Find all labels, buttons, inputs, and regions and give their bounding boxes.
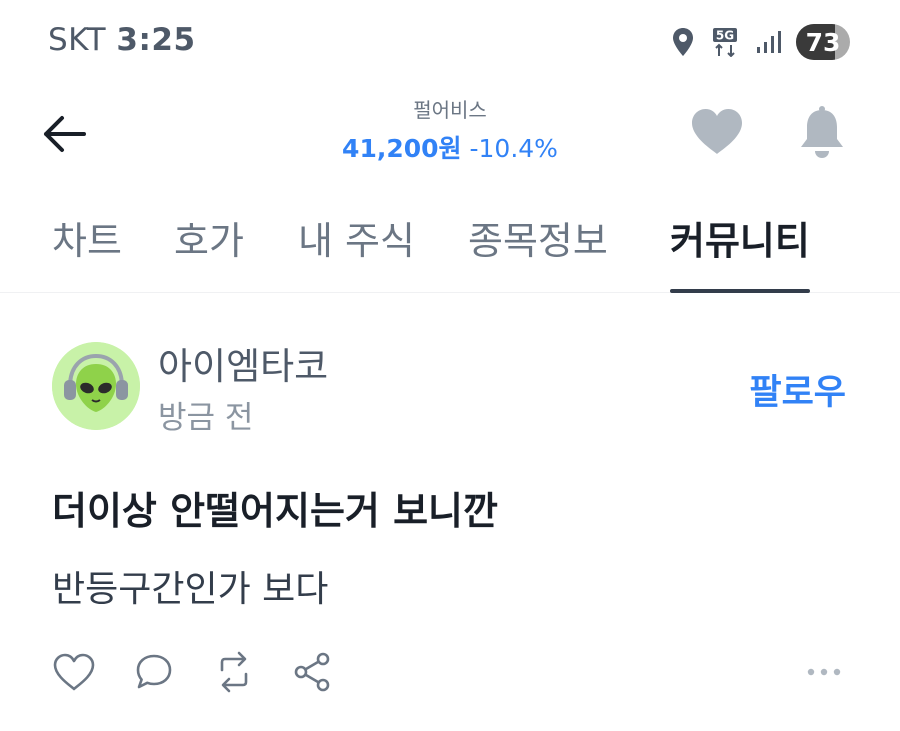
location-icon [672, 27, 694, 57]
tab-orderbook-label: 호가 [174, 219, 244, 263]
tab-orderbook[interactable]: 호가 [174, 210, 244, 282]
stock-price-line: 41,200원 -10.4% [250, 129, 650, 165]
tab-chart[interactable]: 차트 [52, 210, 122, 282]
status-carrier-time: SKT 3:25 [48, 22, 196, 58]
post-body[interactable]: 반등구간인가 보다 [52, 560, 328, 612]
stock-header: 펄어비스 41,200원 -10.4% [0, 84, 900, 184]
carrier-label: SKT [48, 22, 107, 58]
follow-button[interactable]: 팔로우 [749, 364, 846, 415]
clock: 3:25 [116, 22, 196, 58]
stock-title-block: 펄어비스 41,200원 -10.4% [250, 94, 650, 165]
back-button[interactable] [36, 106, 92, 162]
stock-name: 펄어비스 [413, 98, 487, 122]
alien-avatar-icon[interactable] [52, 342, 140, 430]
5g-data-icon: 5G [712, 27, 738, 57]
network-type-label: 5G [716, 29, 734, 43]
post-actions [0, 648, 900, 700]
share-icon[interactable] [288, 648, 336, 696]
status-icons: 5G 73 [654, 24, 850, 60]
signal-icon [756, 30, 782, 54]
tab-chart-label: 차트 [52, 219, 122, 263]
battery-icon: 73 [796, 24, 850, 60]
comment-icon[interactable] [130, 648, 178, 696]
more-icon[interactable] [804, 658, 844, 686]
favorite-button[interactable] [688, 106, 746, 158]
stock-price: 41,200원 [342, 134, 462, 163]
post-timestamp: 방금 전 [158, 400, 254, 436]
like-icon[interactable] [50, 648, 98, 696]
battery-percent: 73 [805, 27, 841, 57]
tab-my-stock-label: 내 주식 [298, 219, 415, 263]
tab-community[interactable]: 커뮤니티 [670, 210, 810, 293]
repost-icon[interactable] [210, 648, 258, 696]
stock-tabs: 차트 호가 내 주식 종목정보 커뮤니티 [0, 200, 900, 293]
post-title[interactable]: 더이상 안떨어지는거 보니깐 [52, 480, 498, 535]
notification-button[interactable] [794, 104, 850, 160]
stock-change: -10.4% [469, 134, 558, 163]
post-author[interactable]: 아이엠타코 [158, 336, 328, 390]
active-tab-indicator [670, 289, 810, 293]
tab-my-stock[interactable]: 내 주식 [298, 210, 415, 282]
back-arrow-icon [44, 116, 86, 152]
bell-icon [801, 106, 843, 158]
tab-stock-info[interactable]: 종목정보 [468, 210, 608, 282]
tab-stock-info-label: 종목정보 [468, 219, 608, 263]
tab-community-label: 커뮤니티 [670, 219, 810, 263]
heart-icon [692, 109, 742, 154]
status-bar: SKT 3:25 5G 73 [0, 0, 900, 84]
